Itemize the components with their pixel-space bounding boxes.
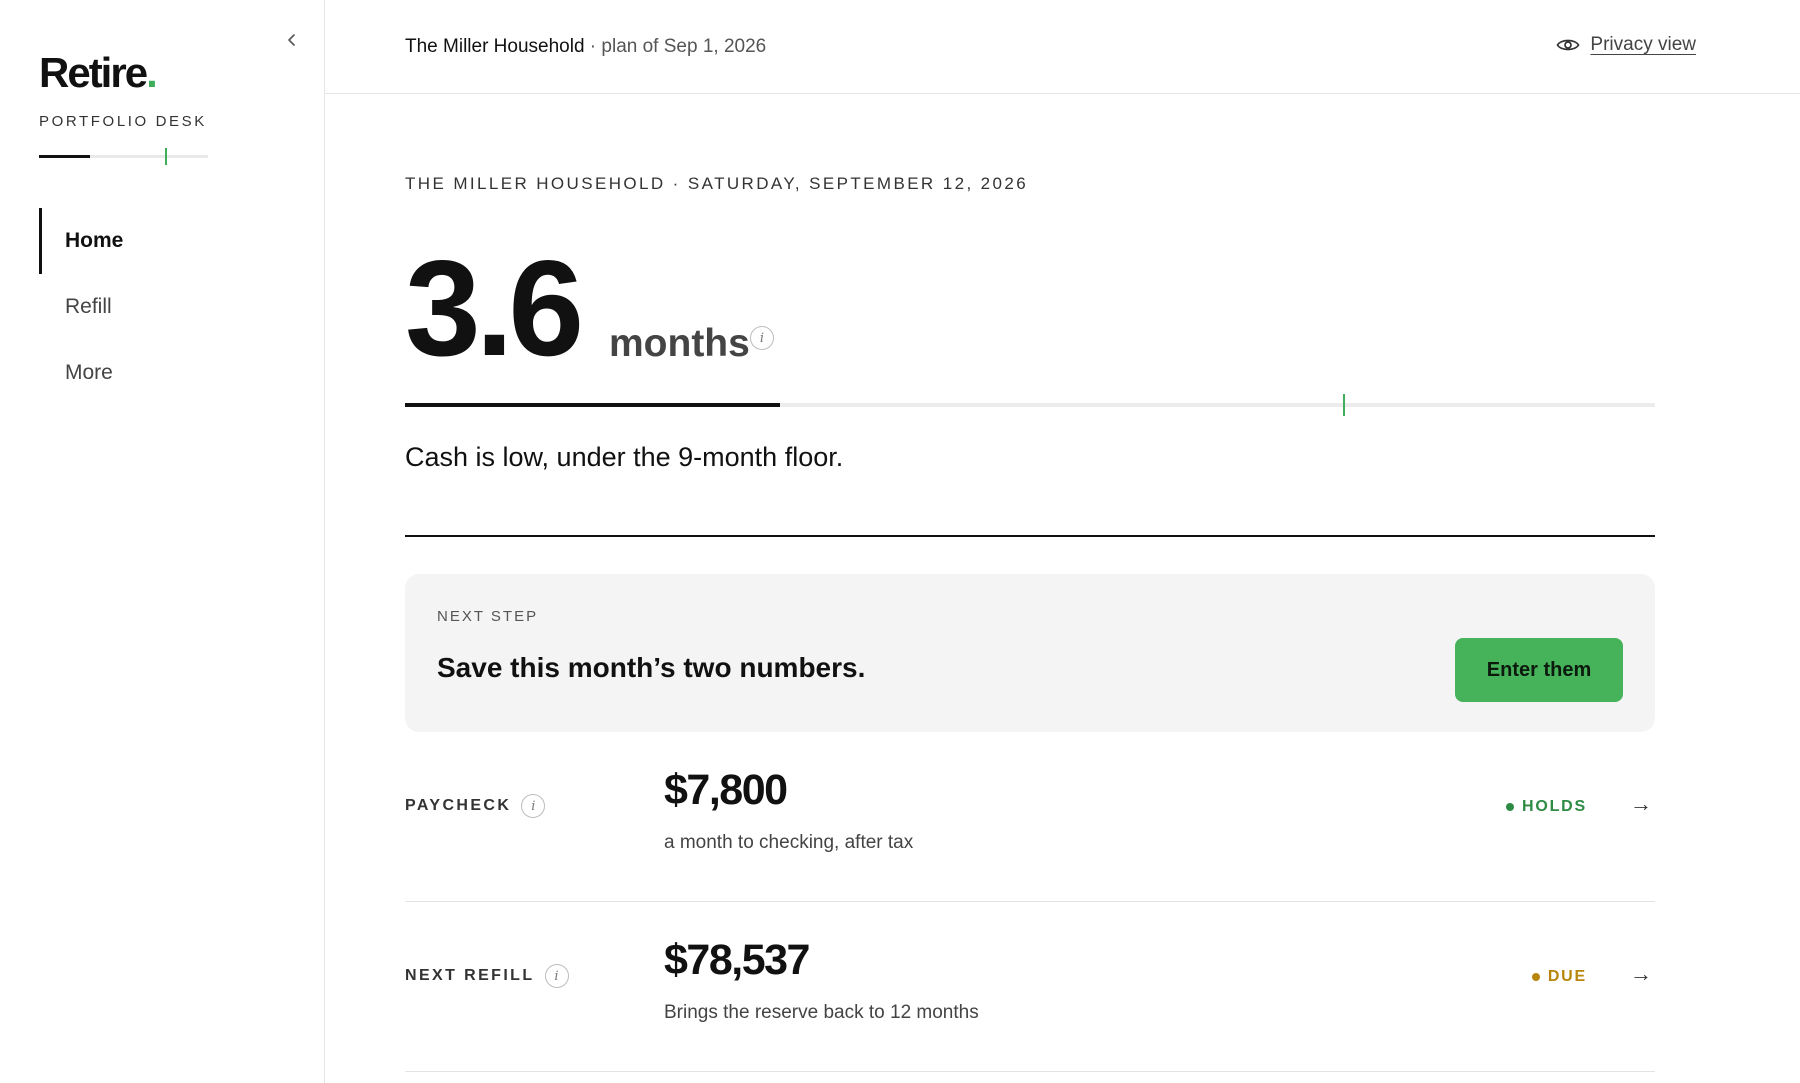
sidebar: Retire. PORTFOLIO DESK Home Refill More bbox=[0, 0, 325, 1083]
section-divider bbox=[405, 535, 1655, 537]
arrow-right-icon[interactable]: → bbox=[1627, 790, 1655, 818]
metric-caption: Brings the reserve back to 12 months bbox=[664, 1002, 979, 1023]
enter-them-button[interactable]: Enter them bbox=[1455, 638, 1623, 702]
next-step-kicker: NEXT STEP bbox=[437, 608, 539, 625]
logo-dot: . bbox=[146, 49, 158, 96]
logo-subtitle: PORTFOLIO DESK bbox=[39, 113, 207, 130]
plan-date: · plan of Sep 1, 2026 bbox=[584, 36, 767, 57]
household-name: The Miller Household bbox=[405, 36, 585, 57]
logo-meter-tick bbox=[165, 148, 167, 165]
arrow-right-icon[interactable]: → bbox=[1627, 960, 1655, 988]
reserve-meter bbox=[405, 394, 1655, 416]
collapse-sidebar-button[interactable] bbox=[280, 28, 304, 52]
reserve-months-unit: months bbox=[609, 322, 750, 365]
reserve-status-text: Cash is low, under the 9-month floor. bbox=[405, 442, 844, 472]
metric-row-next-refill: NEXT REFILL i $78,537 Brings the reserve… bbox=[405, 902, 1655, 1072]
status-badge-text: DUE bbox=[1547, 968, 1587, 985]
floor-marker bbox=[1342, 394, 1345, 416]
reserve-months-value: 3.6 bbox=[405, 232, 584, 384]
status-dot-icon bbox=[1531, 973, 1540, 981]
sidebar-item-refill[interactable]: Refill bbox=[39, 274, 299, 340]
household-title: The Miller Household · plan of Sep 1, 20… bbox=[405, 36, 766, 58]
metric-value: $78,537 bbox=[664, 936, 810, 984]
metric-label-text: NEXT REFILL bbox=[405, 967, 535, 984]
status-dot-icon bbox=[1506, 803, 1514, 811]
chevron-left-icon bbox=[288, 34, 295, 46]
sidebar-item-home[interactable]: Home bbox=[39, 208, 299, 274]
privacy-view-link[interactable]: Privacy view bbox=[1590, 34, 1696, 56]
logo-word: Retire bbox=[39, 49, 148, 96]
privacy-view-toggle[interactable]: Privacy view bbox=[1556, 34, 1696, 56]
eye-icon bbox=[1556, 39, 1580, 51]
metric-label: NEXT REFILL i bbox=[405, 964, 569, 988]
metric-value: $7,800 bbox=[664, 766, 788, 814]
logo: Retire. bbox=[39, 49, 158, 96]
status-badge-text: HOLDS bbox=[1522, 798, 1587, 815]
metric-caption: a month to checking, after tax bbox=[664, 832, 914, 853]
sidebar-nav: Home Refill More bbox=[39, 208, 299, 406]
reserve-meter-fill bbox=[405, 403, 780, 407]
logo-meter-fill bbox=[39, 155, 90, 158]
info-icon[interactable]: i bbox=[750, 326, 774, 350]
sidebar-item-more[interactable]: More bbox=[39, 340, 299, 406]
metric-label-text: PAYCHECK bbox=[405, 797, 512, 814]
status-badge-holds[interactable]: HOLDS bbox=[1506, 798, 1587, 816]
next-step-card: NEXT STEP Save this month’s two numbers.… bbox=[405, 574, 1655, 732]
info-icon[interactable]: i bbox=[544, 964, 569, 988]
next-step-title: Save this month’s two numbers. bbox=[437, 652, 866, 683]
status-badge-due[interactable]: DUE bbox=[1531, 968, 1587, 986]
info-icon[interactable]: i bbox=[521, 794, 546, 818]
top-header: The Miller Household · plan of Sep 1, 20… bbox=[325, 0, 1800, 94]
metric-label: PAYCHECK i bbox=[405, 794, 546, 818]
dateline: THE MILLER HOUSEHOLD · SATURDAY, SEPTEMB… bbox=[405, 174, 1029, 193]
metric-row-paycheck: PAYCHECK i $7,800 a month to checking, a… bbox=[405, 732, 1655, 902]
logo-meter bbox=[39, 148, 208, 165]
